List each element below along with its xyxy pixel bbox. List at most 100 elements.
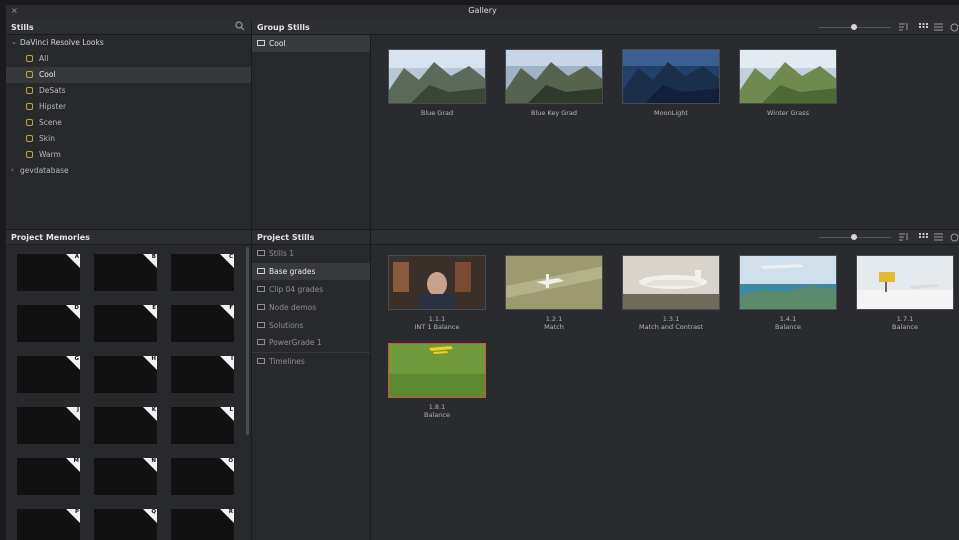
album-icon (257, 322, 265, 328)
group-stills-header-label: Group Stills (257, 23, 310, 32)
more-options-icon[interactable] (950, 233, 959, 244)
memory-letter: H (151, 356, 156, 362)
memory-slot-g[interactable]: G (17, 356, 80, 393)
project-album-list: Stills 1 Base grades Clip 04 grades Node… (252, 245, 370, 540)
panel-divider-horizontal[interactable] (6, 229, 959, 230)
memory-slot-a[interactable]: A (17, 254, 80, 291)
memory-slot-d[interactable]: D (17, 305, 80, 342)
album-node-demos[interactable]: Node demos (252, 299, 370, 316)
sort-icon[interactable] (899, 23, 909, 33)
stills-header-label: Stills (11, 23, 34, 32)
album-label: Solutions (269, 321, 304, 330)
still-number: 1.1.1 (428, 315, 446, 323)
title-bar: × Gallery (6, 5, 959, 21)
memory-slot-p[interactable]: P (17, 509, 80, 540)
group-stills-grid: Blue Grad Blue Key Grad MoonLight Winter… (371, 35, 959, 230)
still-number: 1.8.1 (428, 403, 446, 411)
tree-folder-gevdatabase[interactable]: › gevdatabase (6, 163, 251, 179)
memory-letter: P (74, 509, 79, 515)
tree-album-all[interactable]: All (6, 51, 251, 67)
project-stills-grid: 1.1.1 INT 1 Balance 1.2.1 Match 1.3.1 Ma… (371, 245, 959, 540)
memory-slot-f[interactable]: F (171, 305, 234, 342)
project-stills-toolbar (807, 230, 959, 244)
album-solutions[interactable]: Solutions (252, 317, 370, 334)
memory-letter: R (228, 509, 233, 515)
tree-album-label: Hipster (39, 102, 67, 111)
tree-album-skin[interactable]: Skin (6, 131, 251, 147)
sort-icon[interactable] (899, 233, 909, 243)
still-thumbnail[interactable] (388, 49, 486, 104)
album-icon (26, 103, 33, 110)
memory-slot-h[interactable]: H (94, 356, 157, 393)
memory-slot-j[interactable]: J (17, 407, 80, 444)
memory-slot-n[interactable]: N (94, 458, 157, 495)
still-caption: INT 1 Balance (414, 323, 460, 331)
still-thumbnail[interactable] (622, 255, 720, 310)
still-caption: Blue Key Grad (530, 109, 578, 117)
tree-folder-label: gevdatabase (20, 166, 69, 175)
memory-slot-q[interactable]: Q (94, 509, 157, 540)
memory-slot-l[interactable]: L (171, 407, 234, 444)
stills-tree: ⌄ DaVinci Resolve Looks All Cool DeSats … (6, 35, 251, 230)
memory-slot-m[interactable]: M (17, 458, 80, 495)
memories-scrollbar[interactable] (246, 247, 249, 435)
tree-album-scene[interactable]: Scene (6, 115, 251, 131)
panel-divider-vertical[interactable] (251, 20, 252, 540)
memory-slot-o[interactable]: O (171, 458, 234, 495)
album-label: Base grades (269, 267, 316, 276)
memory-slot-c[interactable]: C (171, 254, 234, 291)
album-icon (257, 40, 265, 46)
still-caption: Balance (775, 323, 801, 331)
still-caption: Blue Grad (420, 109, 454, 117)
tree-album-warm[interactable]: Warm (6, 147, 251, 163)
chevron-right-icon[interactable]: › (11, 166, 14, 174)
memory-slot-b[interactable]: B (94, 254, 157, 291)
tree-album-desats[interactable]: DeSats (6, 83, 251, 99)
memory-slot-e[interactable]: E (94, 305, 157, 342)
list-view-icon[interactable] (934, 233, 943, 243)
search-icon[interactable] (235, 21, 245, 33)
zoom-slider-handle[interactable] (851, 24, 857, 30)
album-label: Timelines (269, 357, 305, 366)
memory-letter: O (228, 458, 233, 464)
tree-album-label: Scene (39, 118, 62, 127)
more-options-icon[interactable] (950, 23, 959, 34)
album-base-grades[interactable]: Base grades (252, 263, 370, 280)
album-stills-1[interactable]: Stills 1 (252, 245, 370, 262)
still-thumbnail[interactable] (856, 255, 954, 310)
album-label: Node demos (269, 303, 317, 312)
memory-slot-i[interactable]: I (171, 356, 234, 393)
still-number: 1.2.1 (545, 315, 563, 323)
stills-header: Stills (6, 20, 251, 35)
grid-view-icon[interactable] (919, 233, 928, 243)
album-powergrade-1[interactable]: PowerGrade 1 (252, 334, 370, 351)
album-icon (26, 135, 33, 142)
still-thumbnail[interactable] (739, 255, 837, 310)
album-timelines[interactable]: Timelines (252, 353, 370, 370)
tree-folder-davinci-resolve-looks[interactable]: ⌄ DaVinci Resolve Looks (6, 35, 251, 51)
powergrade-icon (257, 339, 265, 345)
memory-slot-k[interactable]: K (94, 407, 157, 444)
album-divider-vertical[interactable] (370, 35, 371, 540)
zoom-slider-handle[interactable] (851, 234, 857, 240)
album-icon (257, 268, 265, 274)
album-cool[interactable]: Cool (252, 35, 370, 52)
list-view-icon[interactable] (934, 23, 943, 33)
memory-slot-r[interactable]: R (171, 509, 234, 540)
still-thumbnail[interactable] (505, 49, 603, 104)
tree-album-label: Warm (39, 150, 61, 159)
album-icon (257, 250, 265, 256)
album-label: PowerGrade 1 (269, 338, 322, 347)
still-thumbnail[interactable] (622, 49, 720, 104)
still-thumbnail-selected[interactable] (388, 343, 486, 398)
album-clip-04-grades[interactable]: Clip 04 grades (252, 281, 370, 298)
still-thumbnail[interactable] (388, 255, 486, 310)
still-caption: Match (544, 323, 564, 331)
still-thumbnail[interactable] (505, 255, 603, 310)
grid-view-icon[interactable] (919, 23, 928, 33)
chevron-down-icon[interactable]: ⌄ (11, 38, 17, 46)
tree-album-hipster[interactable]: Hipster (6, 99, 251, 115)
memory-letter: M (73, 458, 79, 464)
tree-album-cool[interactable]: Cool (6, 67, 251, 83)
still-thumbnail[interactable] (739, 49, 837, 104)
